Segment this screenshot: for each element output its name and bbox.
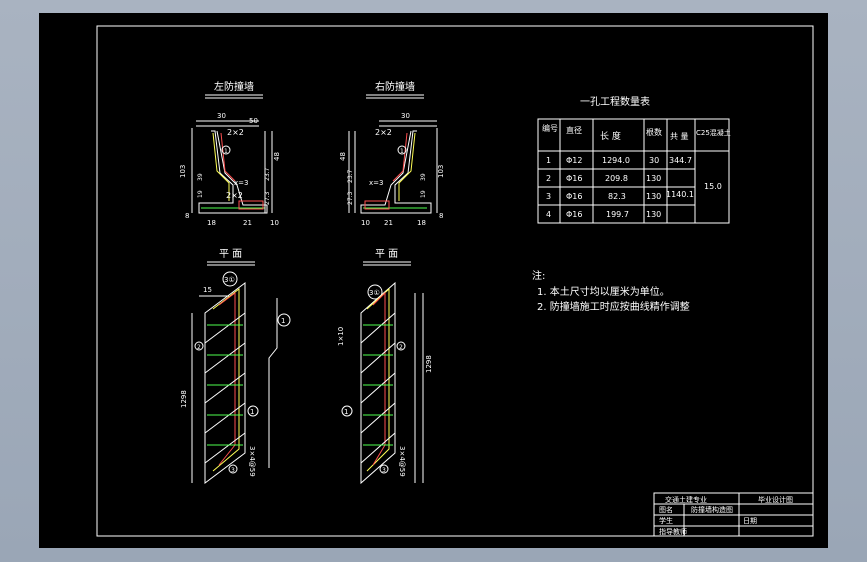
svg-text:毕业设计图: 毕业设计图 xyxy=(758,495,793,504)
inner-border xyxy=(96,25,814,537)
svg-text:Φ16: Φ16 xyxy=(566,192,582,201)
left-wall-section: 左防撞墙 30 50 2×2 1 x=3 2×2 103 8 39 19 48 … xyxy=(179,80,281,227)
svg-text:1298: 1298 xyxy=(425,355,433,373)
svg-text:学生: 学生 xyxy=(659,516,673,525)
right-plan-title: 平 面 xyxy=(375,249,398,260)
svg-text:4: 4 xyxy=(546,210,551,219)
svg-text:2×2: 2×2 xyxy=(375,128,392,137)
svg-text:x=3: x=3 xyxy=(369,179,383,187)
svg-text:2: 2 xyxy=(399,344,403,351)
svg-text:1: 1 xyxy=(400,148,404,155)
svg-text:交通土建专业: 交通土建专业 xyxy=(665,495,707,504)
svg-text:103: 103 xyxy=(179,165,187,178)
svg-text:21: 21 xyxy=(243,219,252,227)
svg-text:8: 8 xyxy=(439,212,443,220)
svg-text:48: 48 xyxy=(339,152,347,161)
svg-text:Φ16: Φ16 xyxy=(566,174,582,183)
notes: 注: 1. 本土尺寸均以厘米为单位。 2. 防撞墙施工时应按曲线精作调整 xyxy=(532,269,690,313)
svg-text:10: 10 xyxy=(361,219,370,227)
svg-text:21: 21 xyxy=(384,219,393,227)
title-block: 交通土建专业 毕业设计图 图名 防撞墙构造图 学生 日期 指导教师 xyxy=(653,492,814,537)
svg-text:130: 130 xyxy=(646,210,661,219)
svg-text:23.7: 23.7 xyxy=(347,169,354,183)
left-plan-title: 平 面 xyxy=(219,249,242,260)
svg-text:3①: 3① xyxy=(224,276,235,284)
svg-text:2: 2 xyxy=(546,174,551,183)
svg-text:3×4@59: 3×4@59 xyxy=(398,446,406,477)
notes-heading: 注: xyxy=(532,269,545,282)
svg-text:30: 30 xyxy=(649,156,659,165)
svg-text:1294.0: 1294.0 xyxy=(602,156,630,165)
svg-text:1298: 1298 xyxy=(180,390,188,408)
svg-text:199.7: 199.7 xyxy=(606,210,629,219)
svg-text:8: 8 xyxy=(185,212,189,220)
svg-text:3: 3 xyxy=(546,192,551,201)
svg-text:15: 15 xyxy=(203,286,212,294)
svg-text:指导教师: 指导教师 xyxy=(659,527,687,536)
svg-text:2×2: 2×2 xyxy=(226,191,243,200)
quantity-table: 一孔工程数量表 编号 直径 长 度 根数 共 量 C25混凝土 1 Φ12 12… xyxy=(537,95,731,224)
left-wall-title: 左防撞墙 xyxy=(214,80,254,93)
left-plan-view: 平 面 3① 15 1298 2 1 3 3×4@59 1 xyxy=(180,249,291,484)
drawing-sheet: 左防撞墙 30 50 2×2 1 x=3 2×2 103 8 39 19 48 … xyxy=(39,13,828,548)
th-diameter: 直径 xyxy=(566,125,582,135)
svg-text:1: 1 xyxy=(250,408,254,416)
svg-text:Φ12: Φ12 xyxy=(566,156,582,165)
th-number: 编号 xyxy=(542,123,558,133)
svg-text:10: 10 xyxy=(270,219,279,227)
svg-text:39: 39 xyxy=(420,173,427,181)
svg-text:3①: 3① xyxy=(369,289,380,297)
concrete-value: 15.0 xyxy=(704,182,722,191)
svg-text:1: 1 xyxy=(546,156,551,165)
th-count: 根数 xyxy=(646,127,662,137)
svg-text:82.3: 82.3 xyxy=(608,192,626,201)
svg-text:3×4@59: 3×4@59 xyxy=(248,446,256,477)
th-total: 共 量 xyxy=(670,132,689,141)
svg-text:19: 19 xyxy=(420,190,427,198)
svg-text:3: 3 xyxy=(231,467,235,474)
svg-text:27.3: 27.3 xyxy=(347,191,354,205)
svg-text:30: 30 xyxy=(401,112,410,120)
svg-text:344.7: 344.7 xyxy=(669,156,692,165)
note-2: 2. 防撞墙施工时应按曲线精作调整 xyxy=(537,300,690,313)
svg-text:2: 2 xyxy=(197,344,201,351)
svg-text:图名: 图名 xyxy=(659,505,673,514)
svg-text:x=3: x=3 xyxy=(234,179,248,187)
right-wall-title: 右防撞墙 xyxy=(375,80,415,93)
svg-text:2×2: 2×2 xyxy=(227,128,244,137)
right-wall-section: 右防撞墙 30 2×2 1 x=3 48 23.7 27.3 103 39 19… xyxy=(339,80,445,227)
svg-text:27.3: 27.3 xyxy=(264,191,271,205)
svg-text:103: 103 xyxy=(437,165,445,178)
th-concrete: C25混凝土 xyxy=(696,128,731,137)
svg-text:39: 39 xyxy=(197,173,204,181)
svg-text:Φ16: Φ16 xyxy=(566,210,582,219)
svg-text:23.7: 23.7 xyxy=(264,167,271,181)
svg-text:48: 48 xyxy=(273,152,281,161)
svg-text:1×10: 1×10 xyxy=(337,327,345,346)
th-length: 长 度 xyxy=(600,130,621,142)
svg-text:3: 3 xyxy=(382,467,386,474)
svg-text:130: 130 xyxy=(646,192,661,201)
svg-text:19: 19 xyxy=(197,190,204,198)
table-title: 一孔工程数量表 xyxy=(580,95,650,108)
svg-text:1: 1 xyxy=(344,408,348,416)
svg-text:1140.1: 1140.1 xyxy=(666,190,694,199)
svg-text:130: 130 xyxy=(646,174,661,183)
svg-text:1: 1 xyxy=(224,148,228,155)
svg-text:1: 1 xyxy=(281,317,285,325)
svg-text:30: 30 xyxy=(217,112,226,120)
cad-drawing: 左防撞墙 30 50 2×2 1 x=3 2×2 103 8 39 19 48 … xyxy=(96,25,814,537)
right-plan-view: 平 面 3① 1×10 1298 1 2 3 3×4@59 xyxy=(337,249,433,485)
svg-text:18: 18 xyxy=(417,219,426,227)
svg-text:18: 18 xyxy=(207,219,216,227)
note-1: 1. 本土尺寸均以厘米为单位。 xyxy=(537,285,670,298)
svg-text:防撞墙构造图: 防撞墙构造图 xyxy=(691,505,733,514)
svg-text:日期: 日期 xyxy=(743,517,757,525)
svg-text:209.8: 209.8 xyxy=(605,174,628,183)
